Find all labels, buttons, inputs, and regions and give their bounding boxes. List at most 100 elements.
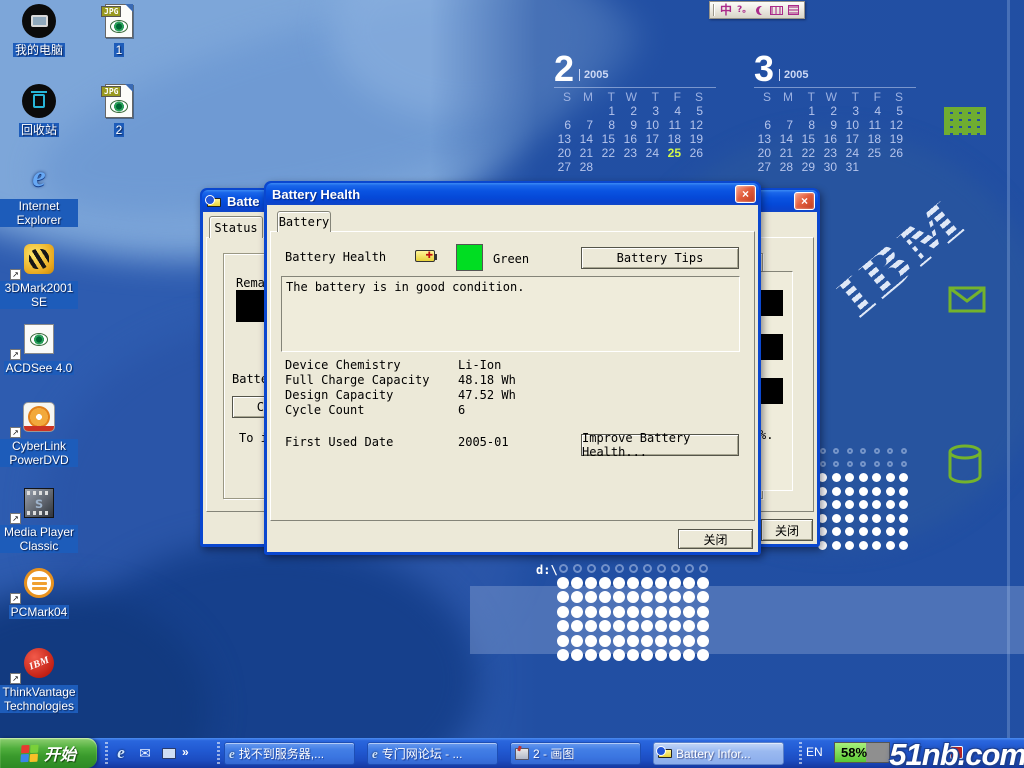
internet-explorer-icon[interactable]: e xyxy=(112,743,130,763)
windows-logo-icon xyxy=(20,744,38,762)
icon-label: CyberLink PowerDVD xyxy=(0,439,78,467)
shortcut-arrow-icon: ↗ xyxy=(10,269,21,280)
icon-label: Media Player Classic xyxy=(0,525,78,553)
taskbar-separator xyxy=(217,742,220,764)
calendar-year: 2005 xyxy=(779,69,808,81)
battery-health-dialog: Battery Health × Battery Battery Health … xyxy=(264,181,761,555)
desktop: 2 2005 SMTWTFS 1234567891011121314151617… xyxy=(0,0,1024,768)
internet-explorer-icon: e xyxy=(372,746,378,762)
calendar-year: 2005 xyxy=(579,69,608,81)
ime-menu-icon[interactable] xyxy=(788,5,799,15)
battery-label: Batte xyxy=(232,372,268,386)
acdsee-icon xyxy=(24,324,54,354)
shortcut-arrow-icon: ↗ xyxy=(10,673,21,684)
health-status-text: Green xyxy=(493,252,529,266)
desktop-icon-jpg-1[interactable]: JPG 1 xyxy=(80,2,158,59)
condition-text: The battery is in good condition. xyxy=(286,280,524,294)
ime-drag-handle[interactable] xyxy=(713,4,715,16)
battery-tips-button[interactable]: Battery Tips xyxy=(581,247,739,269)
battery-health-icon xyxy=(415,250,435,262)
desktop-icon-media-player-classic[interactable]: s↗ Media Player Classic xyxy=(0,484,78,555)
condition-text-box: The battery is in good condition. xyxy=(281,276,740,352)
info-value: 47.52 Wh xyxy=(458,388,516,402)
desktop-icon-recycle-bin[interactable]: 回收站 xyxy=(0,82,78,139)
close-icon[interactable]: × xyxy=(735,185,756,203)
close-button[interactable]: 关闭 xyxy=(761,519,813,541)
desktop-icon-pcmark04[interactable]: ↗ PCMark04 xyxy=(0,564,78,621)
battery-percent: 58% xyxy=(841,745,867,760)
task-button-battery-information[interactable]: Battery Infor... xyxy=(653,742,784,765)
task-button-paint[interactable]: 2 - 画图 xyxy=(510,742,641,765)
ibm-thinkvantage-icon: IBM xyxy=(24,648,54,678)
show-desktop-icon[interactable] xyxy=(160,743,178,763)
battery-icon xyxy=(658,749,672,758)
quick-launch-handle[interactable] xyxy=(105,742,108,764)
icon-label: ACDSee 4.0 xyxy=(4,361,75,375)
cylinder-icon xyxy=(946,443,984,485)
wallpaper-light-band xyxy=(470,586,1024,654)
jpg-file-icon: JPG xyxy=(105,84,133,118)
start-button[interactable]: 开始 xyxy=(0,738,97,768)
icon-label: 1 xyxy=(114,43,125,57)
desktop-icon-internet-explorer[interactable]: e Internet Explorer xyxy=(0,158,78,229)
close-icon[interactable]: × xyxy=(794,192,815,210)
wallpaper-calendar-february: 2 2005 SMTWTFS 1234567891011121314151617… xyxy=(554,52,716,174)
calendar-month-number: 2 xyxy=(554,54,574,84)
health-status-swatch xyxy=(456,244,483,271)
ime-chinese-mode-icon[interactable]: 中 xyxy=(720,2,732,18)
calendar-separator xyxy=(754,87,916,88)
first-used-value: 2005-01 xyxy=(458,435,509,449)
info-value: Li-Ion xyxy=(458,358,501,372)
taskbar: 开始 e ✉ » e 找不到服务器,... e 专门网论坛 - ... 2 - … xyxy=(0,738,1024,768)
task-button-forum[interactable]: e 专门网论坛 - ... xyxy=(367,742,498,765)
wallpaper-dots-center xyxy=(556,561,710,663)
icon-label: ThinkVantage Technologies xyxy=(0,685,78,713)
wallpaper-calendar-march: 3 2005 SMTWTFS 1234567891011121314151617… xyxy=(754,52,916,174)
desktop-icon-my-computer[interactable]: 我的电脑 xyxy=(0,2,78,59)
calendar-weekday-header: SMTWTFS xyxy=(754,90,916,104)
first-used-label: First Used Date xyxy=(285,435,393,449)
calendar-day-grid: 1234567891011121314151617181920212223242… xyxy=(754,104,916,174)
info-label: Design Capacity xyxy=(285,388,393,402)
ime-keyboard-icon[interactable] xyxy=(770,6,783,15)
ime-punctuation-icon[interactable]: ?。 xyxy=(737,2,751,18)
calendar-month-number: 3 xyxy=(754,54,774,84)
desktop-icon-3dmark2001[interactable]: ↗ 3DMark2001 SE xyxy=(0,240,78,311)
dialog-title: Battery Health xyxy=(272,187,360,202)
shortcut-arrow-icon: ↗ xyxy=(10,593,21,604)
percent-text: %. xyxy=(759,428,773,442)
battery-meter[interactable]: 58% xyxy=(834,742,890,763)
drive-label: d:\ xyxy=(536,563,558,577)
ime-toolbar[interactable]: 中 ?。 xyxy=(709,1,805,19)
info-value: 6 xyxy=(458,403,465,417)
quick-launch-overflow-chevron[interactable]: » xyxy=(182,745,189,759)
wallpaper-dots-right xyxy=(816,444,911,552)
desktop-icon-jpg-2[interactable]: JPG 2 xyxy=(80,82,158,139)
desktop-icon-acdsee[interactable]: ↗ ACDSee 4.0 xyxy=(0,320,78,377)
dialog-title: Batte xyxy=(227,194,260,209)
internet-explorer-icon: e xyxy=(229,746,235,762)
language-indicator[interactable]: EN xyxy=(806,745,823,759)
info-label: Device Chemistry xyxy=(285,358,401,372)
start-label: 开始 xyxy=(44,741,76,765)
icon-label: 回收站 xyxy=(19,123,59,137)
battery-warning-icon xyxy=(207,194,221,208)
my-computer-icon xyxy=(22,4,56,38)
tab-battery[interactable]: Battery xyxy=(277,211,331,232)
3dmark-icon xyxy=(24,244,54,274)
shortcut-arrow-icon: ↗ xyxy=(10,349,21,360)
info-label: Full Charge Capacity xyxy=(285,373,430,387)
calendar-separator xyxy=(554,87,716,88)
tab-status[interactable]: Status xyxy=(209,216,263,238)
task-button-server-not-found[interactable]: e 找不到服务器,... xyxy=(224,742,355,765)
desktop-icon-powerdvd[interactable]: ↗ CyberLink PowerDVD xyxy=(0,398,78,469)
calendar-weekday-header: SMTWTFS xyxy=(554,90,716,104)
battery-health-titlebar[interactable]: Battery Health × xyxy=(266,183,759,205)
improve-battery-health-button[interactable]: Improve Battery Health... xyxy=(581,434,739,456)
outlook-express-icon[interactable]: ✉ xyxy=(136,743,154,763)
ime-fullwidth-icon[interactable] xyxy=(756,6,765,15)
battery-health-label: Battery Health xyxy=(285,250,386,264)
close-button[interactable]: 关闭 xyxy=(678,529,753,549)
desktop-icon-thinkvantage[interactable]: IBM↗ ThinkVantage Technologies xyxy=(0,644,78,715)
media-player-classic-icon: s xyxy=(24,488,54,518)
